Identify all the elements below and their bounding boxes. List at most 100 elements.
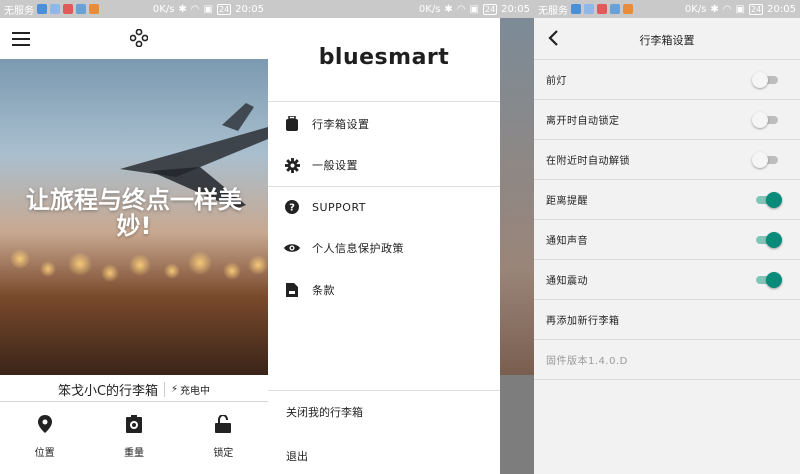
divider bbox=[268, 101, 500, 102]
toggle-thumb bbox=[752, 152, 768, 168]
drawer-item-luggage-settings[interactable]: 行李箱设置 bbox=[268, 104, 500, 144]
setting-row-notification-sound: 通知声音 bbox=[534, 220, 800, 260]
auto-lock-on-leave-toggle[interactable] bbox=[752, 112, 780, 128]
scrim-bottom bbox=[500, 375, 534, 474]
status-bar: 无服务 0K/s ✱ ◠ ▣ 24 20:05 bbox=[534, 0, 800, 18]
toggle-thumb bbox=[766, 232, 782, 248]
notification-sound-toggle[interactable] bbox=[754, 232, 782, 248]
distance-alert-toggle[interactable] bbox=[754, 192, 782, 208]
weight-button[interactable]: 重量 bbox=[99, 415, 169, 460]
luggage-status-row: 笨戈小C的行李箱 ⚡ 充电中 bbox=[0, 378, 268, 402]
location-label: 位置 bbox=[34, 448, 55, 459]
auto-unlock-nearby-toggle[interactable] bbox=[752, 152, 780, 168]
notification-vibration-toggle[interactable] bbox=[754, 272, 782, 288]
location-pin-icon bbox=[37, 415, 52, 433]
home-screen: 无服务 0K/s ✱ ◠ ▣ 24 20:05 让旅程与终点一样美妙! 笨戈小C… bbox=[0, 0, 268, 474]
svg-text:?: ? bbox=[289, 203, 295, 214]
luggage-settings-screen: 无服务 0K/s ✱ ◠ ▣ 24 20:05 行李箱设置 前灯离开时自动锁定在… bbox=[534, 0, 800, 474]
luggage-name: 笨戈小C的行李箱 bbox=[57, 384, 159, 399]
notification-icon bbox=[76, 4, 86, 14]
clock: 20:05 bbox=[235, 3, 264, 15]
network-speed: 0K/s bbox=[684, 3, 707, 15]
page-title: 行李箱设置 bbox=[639, 34, 695, 47]
toggle-thumb bbox=[766, 192, 782, 208]
wifi-icon: ◠ bbox=[722, 3, 732, 15]
setting-label: 在附近时自动解锁 bbox=[546, 156, 630, 167]
network-speed: 0K/s bbox=[152, 3, 175, 15]
location-button[interactable]: 位置 bbox=[10, 415, 80, 460]
bluetooth-icon: ✱ bbox=[444, 3, 453, 15]
lock-button[interactable]: 锁定 bbox=[188, 415, 258, 460]
gear-icon bbox=[284, 157, 300, 173]
drawer-scrim[interactable] bbox=[500, 18, 534, 474]
setting-label: 前灯 bbox=[546, 76, 567, 87]
close-luggage-link[interactable]: 关闭我的行李箱 bbox=[286, 404, 363, 420]
clock: 20:05 bbox=[767, 3, 796, 15]
luggage-panel: 笨戈小C的行李箱 ⚡ 充电中 位置 重量 锁定 bbox=[0, 375, 268, 474]
setting-label: 通知震动 bbox=[546, 276, 588, 287]
network-speed: 0K/s bbox=[418, 3, 441, 15]
notification-icon bbox=[623, 4, 633, 14]
charging-label: 充电中 bbox=[180, 386, 211, 397]
toggle-thumb bbox=[752, 72, 768, 88]
setting-row-auto-unlock-nearby: 在附近时自动解锁 bbox=[534, 140, 800, 180]
setting-row-auto-lock-on-leave: 离开时自动锁定 bbox=[534, 100, 800, 140]
notification-icon bbox=[50, 4, 60, 14]
luggage-icon bbox=[284, 116, 300, 132]
carrier-text: 无服务 bbox=[4, 5, 34, 17]
hamburger-menu-icon[interactable] bbox=[12, 32, 30, 46]
logout-link[interactable]: 退出 bbox=[286, 448, 308, 464]
drawer-item-support[interactable]: ? SUPPORT bbox=[268, 187, 500, 227]
charging-status: ⚡ 充电中 bbox=[164, 382, 210, 397]
bluetooth-icon: ✱ bbox=[710, 3, 719, 15]
bluetooth-icon: ✱ bbox=[178, 3, 187, 15]
add-new-luggage-button[interactable]: 再添加新行李箱 bbox=[534, 300, 800, 340]
status-bar: 0K/s ✱ ◠ ▣ 24 20:05 bbox=[268, 0, 534, 18]
setting-row-distance-alert: 距离提醒 bbox=[534, 180, 800, 220]
sim-icon: ▣ bbox=[469, 3, 479, 15]
drawer-item-label: 一般设置 bbox=[312, 159, 358, 172]
notification-icon bbox=[63, 4, 73, 14]
drawer-item-label: 条款 bbox=[312, 284, 335, 297]
setting-label: 距离提醒 bbox=[546, 196, 588, 207]
scale-icon bbox=[125, 415, 142, 433]
drawer-item-label: SUPPORT bbox=[312, 200, 367, 214]
setting-row-notification-vibration: 通知震动 bbox=[534, 260, 800, 300]
add-new-luggage-label: 再添加新行李箱 bbox=[546, 316, 620, 327]
settings-app-bar: 行李箱设置 bbox=[534, 18, 800, 60]
firmware-version: 固件版本1.4.0.D bbox=[546, 356, 628, 367]
hero-slogan: 让旅程与终点一样美妙! bbox=[26, 186, 242, 240]
navigation-drawer-screen: 0K/s ✱ ◠ ▣ 24 20:05 bluesmart 行李箱设置 一般设置 bbox=[268, 0, 534, 474]
bluesmart-logo-icon bbox=[130, 29, 148, 47]
drawer-item-terms[interactable]: 条款 bbox=[268, 270, 500, 310]
eye-icon bbox=[284, 240, 300, 256]
battery-indicator: 24 bbox=[216, 3, 232, 15]
notification-icon bbox=[571, 4, 581, 14]
wifi-icon: ◠ bbox=[456, 3, 466, 15]
help-icon: ? bbox=[284, 199, 300, 215]
battery-indicator: 24 bbox=[748, 3, 764, 15]
drawer-item-general-settings[interactable]: 一般设置 bbox=[268, 145, 500, 185]
status-bar: 无服务 0K/s ✱ ◠ ▣ 24 20:05 bbox=[0, 0, 268, 18]
drawer-item-label: 行李箱设置 bbox=[312, 118, 370, 131]
hero-image: 让旅程与终点一样美妙! bbox=[0, 59, 268, 375]
toggle-thumb bbox=[752, 112, 768, 128]
drawer-item-privacy-policy[interactable]: 个人信息保护政策 bbox=[268, 228, 500, 268]
app-bar bbox=[0, 18, 268, 59]
sim-icon: ▣ bbox=[735, 3, 745, 15]
weight-label: 重量 bbox=[123, 448, 144, 459]
wifi-icon: ◠ bbox=[190, 3, 200, 15]
brand-logo: bluesmart bbox=[318, 45, 450, 70]
lock-label: 锁定 bbox=[213, 448, 234, 459]
drawer-item-label: 个人信息保护政策 bbox=[312, 242, 404, 255]
battery-indicator: 24 bbox=[482, 3, 498, 15]
toggle-thumb bbox=[766, 272, 782, 288]
setting-label: 离开时自动锁定 bbox=[546, 116, 620, 127]
document-icon bbox=[284, 282, 300, 298]
sim-icon: ▣ bbox=[203, 3, 213, 15]
clock: 20:05 bbox=[501, 3, 530, 15]
setting-row-headlight: 前灯 bbox=[534, 60, 800, 100]
divider bbox=[268, 390, 500, 391]
headlight-toggle[interactable] bbox=[752, 72, 780, 88]
navigation-drawer: bluesmart 行李箱设置 一般设置 ? SUPPORT 个人信息保护政策 … bbox=[268, 18, 500, 474]
